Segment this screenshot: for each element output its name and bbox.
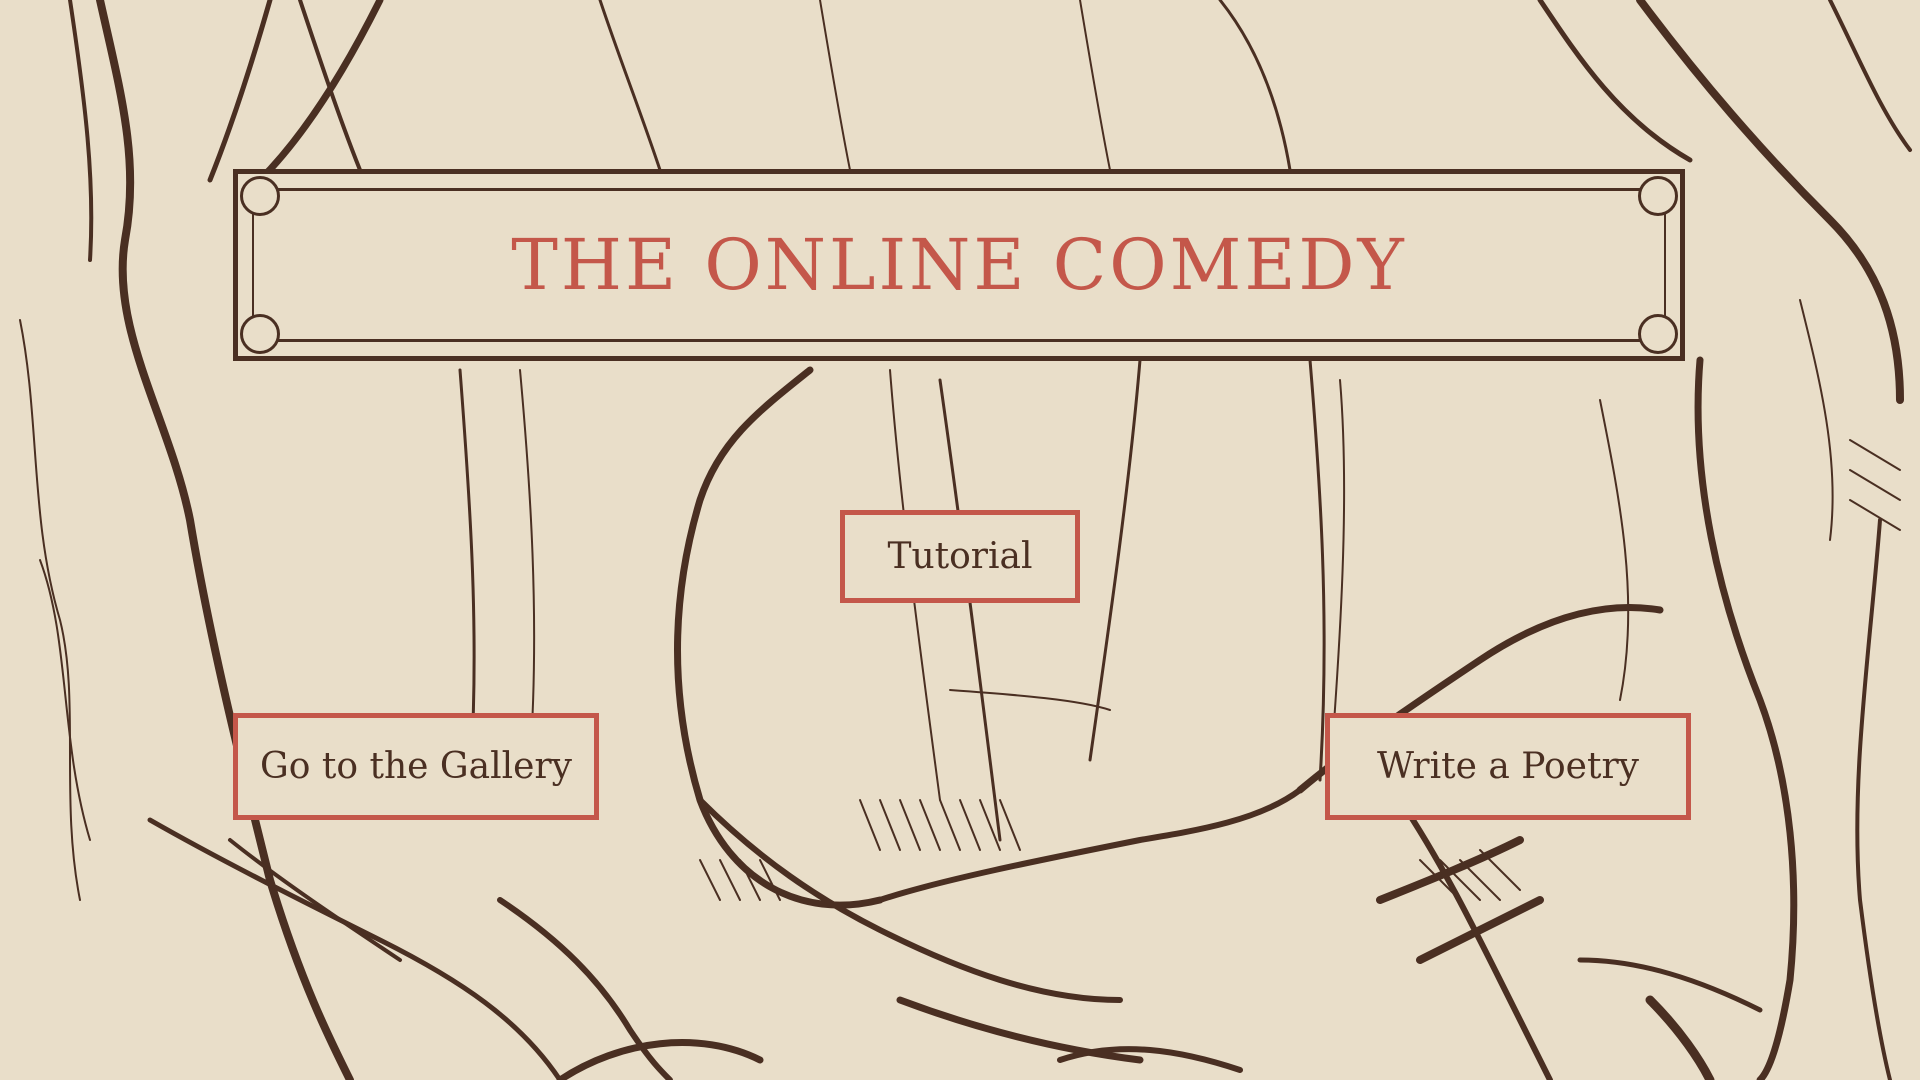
banner-corner-ornament: [240, 176, 280, 216]
banner-corner-ornament: [240, 314, 280, 354]
banner-corner-ornament: [1638, 314, 1678, 354]
tutorial-button[interactable]: Tutorial: [840, 510, 1080, 603]
banner-corner-ornament: [1638, 176, 1678, 216]
game-title: THE ONLINE COMEDY: [511, 224, 1407, 306]
title-banner: THE ONLINE COMEDY: [233, 169, 1685, 361]
gallery-button[interactable]: Go to the Gallery: [233, 713, 599, 820]
write-poetry-button[interactable]: Write a Poetry: [1325, 713, 1691, 820]
